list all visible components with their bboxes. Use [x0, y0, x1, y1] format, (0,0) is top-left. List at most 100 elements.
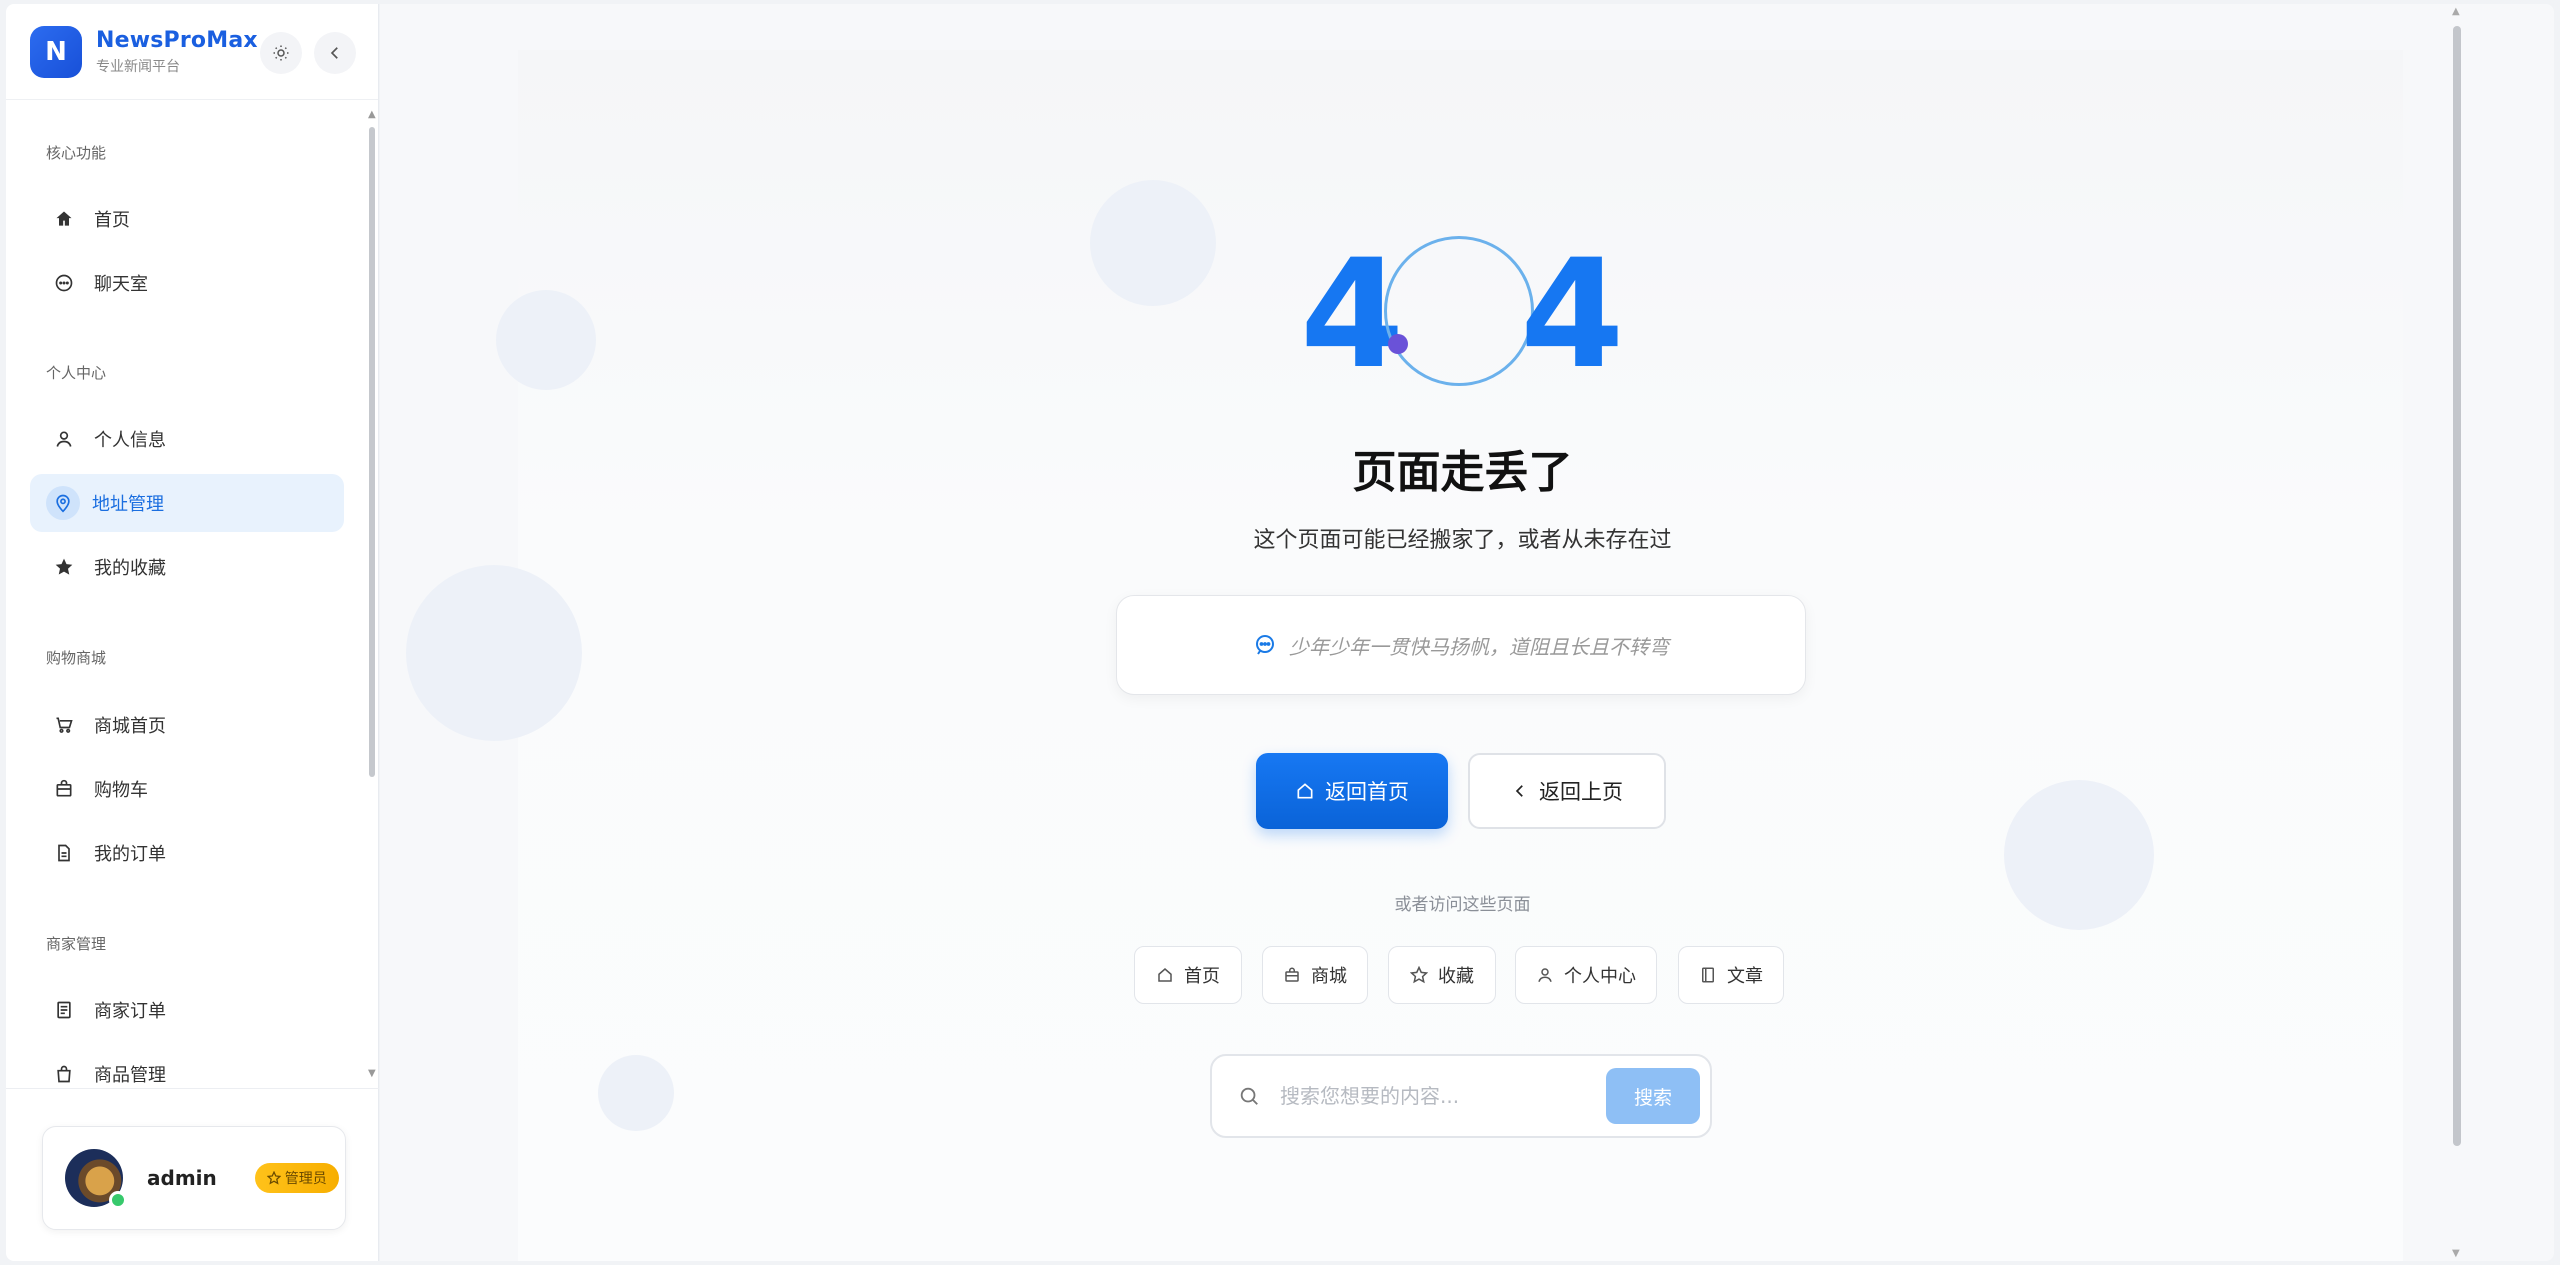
quote-text: 少年少年一贯快马扬帆，道阻且长且不转弯: [1289, 634, 1669, 659]
location-pin-icon: [46, 486, 80, 520]
decorative-bubble: [496, 290, 596, 390]
chevron-left-icon: [1515, 785, 1523, 797]
search-icon: [1240, 1087, 1258, 1105]
decorative-bubble: [2004, 780, 2154, 930]
sidebar-item-orders[interactable]: 我的订单: [30, 824, 344, 882]
sidebar-nav: 核心功能 首页 聊天室 个人中心 个人信息 地址管理 我的收藏 购物商城 商城首…: [6, 104, 366, 1089]
user-icon: [52, 427, 76, 451]
sidebar-item-home[interactable]: 首页: [30, 190, 344, 248]
quick-link-profile[interactable]: 个人中心: [1515, 946, 1657, 1004]
sidebar-item-cart[interactable]: 购物车: [30, 760, 344, 818]
sidebar-item-label: 聊天室: [94, 274, 148, 295]
app-logo[interactable]: N: [30, 25, 82, 78]
error-code-404: 4 4: [1300, 230, 1660, 400]
chevron-left-icon: [330, 47, 338, 59]
sidebar-scrollbar[interactable]: ▲ ▼: [368, 109, 376, 1079]
sidebar-item-merchant-orders[interactable]: 商家订单: [30, 981, 344, 1039]
bag-icon: [52, 777, 76, 801]
sidebar-item-products[interactable]: 商品管理: [30, 1045, 344, 1089]
go-back-button[interactable]: 返回上页: [1468, 753, 1666, 829]
sidebar-item-label: 地址管理: [92, 494, 164, 515]
quick-link-articles[interactable]: 文章: [1678, 946, 1784, 1004]
star-outline-icon: [266, 1171, 281, 1185]
main-scroll-thumb[interactable]: [2453, 26, 2461, 1146]
page-description: 这个页面可能已经搬家了，或者从未存在过: [1253, 528, 1672, 553]
sidebar-item-address[interactable]: 地址管理: [30, 474, 344, 532]
main-content: 4 4 页面走丢了 这个页面可能已经搬家了，或者从未存在过 少年少年一贯快马扬帆…: [380, 4, 2554, 1261]
sidebar-scroll-thumb[interactable]: [369, 127, 375, 777]
brand-text: NewsProMax 专业新闻平台: [96, 28, 258, 76]
search-bar: 搜索: [1210, 1054, 1712, 1138]
bag-icon: [1285, 967, 1299, 982]
star-icon: [52, 555, 76, 579]
role-badge: 管理员: [254, 1163, 339, 1193]
sidebar-item-chat[interactable]: 聊天室: [30, 254, 344, 312]
sidebar-item-label: 购物车: [94, 780, 148, 801]
decorative-bubble: [1090, 180, 1216, 306]
sidebar-item-label: 个人信息: [94, 430, 166, 451]
nav-group-personal: 个人中心: [46, 364, 107, 382]
quick-link-label: 首页: [1184, 966, 1220, 987]
app-name: NewsProMax: [96, 27, 258, 53]
user-card[interactable]: admin 管理员: [42, 1126, 346, 1230]
quick-link-label: 文章: [1727, 966, 1763, 987]
search-input[interactable]: [1280, 1084, 1606, 1108]
nav-group-core: 核心功能: [46, 144, 107, 162]
sidebar-item-shop-home[interactable]: 商城首页: [30, 696, 344, 754]
scroll-down-arrow-icon[interactable]: ▼: [2452, 1248, 2460, 1259]
quick-link-label: 个人中心: [1564, 966, 1636, 987]
page-title: 页面走丢了: [1352, 447, 1573, 498]
go-back-label: 返回上页: [1539, 780, 1623, 804]
quick-link-home[interactable]: 首页: [1134, 946, 1242, 1004]
quick-link-label: 收藏: [1438, 966, 1474, 987]
error-code-digit: 4: [1520, 228, 1625, 402]
nav-group-shop: 购物商城: [46, 649, 107, 667]
user-icon: [1538, 968, 1552, 982]
home-icon: [1158, 968, 1172, 982]
sidebar: N NewsProMax 专业新闻平台 核心功能 首页 聊天室 个人中心 个人信…: [6, 4, 379, 1261]
sidebar-divider: [6, 1088, 379, 1089]
sidebar-item-label: 商城首页: [94, 716, 166, 737]
sidebar-item-profile[interactable]: 个人信息: [30, 410, 344, 468]
scroll-down-arrow-icon[interactable]: ▼: [368, 1068, 376, 1079]
back-home-label: 返回首页: [1325, 780, 1409, 804]
main-scrollbar[interactable]: ▲ ▼: [2450, 4, 2464, 1261]
app-subtitle: 专业新闻平台: [96, 58, 180, 75]
chat-icon: [52, 271, 76, 295]
role-label: 管理员: [284, 1171, 327, 1187]
quick-link-shop[interactable]: 商城: [1262, 946, 1368, 1004]
sidebar-item-label: 我的订单: [94, 844, 166, 865]
search-button[interactable]: 搜索: [1606, 1068, 1700, 1124]
collapse-sidebar-button[interactable]: [314, 32, 356, 74]
online-status-indicator: [109, 1191, 127, 1209]
quick-link-favorites[interactable]: 收藏: [1388, 946, 1496, 1004]
decorative-bubble: [406, 565, 582, 741]
sidebar-item-favorites[interactable]: 我的收藏: [30, 538, 344, 596]
sun-icon: [273, 45, 289, 61]
cart-icon: [52, 713, 76, 737]
chat-bubble-icon: [1256, 635, 1274, 655]
shopping-bag-icon: [52, 1062, 76, 1086]
decorative-bubble: [598, 1055, 674, 1131]
scroll-up-arrow-icon[interactable]: ▲: [368, 109, 376, 120]
list-document-icon: [52, 998, 76, 1022]
sidebar-item-label: 商品管理: [94, 1065, 166, 1086]
quote-card: 少年少年一贯快马扬帆，道阻且长且不转弯: [1116, 595, 1806, 695]
orbit-dot: [1388, 334, 1408, 354]
star-outline-icon: [1410, 966, 1428, 984]
back-home-button[interactable]: 返回首页: [1256, 753, 1448, 829]
home-outline-icon: [1297, 783, 1313, 799]
document-icon: [52, 841, 76, 865]
nav-group-merchant: 商家管理: [46, 935, 107, 953]
sidebar-item-label: 我的收藏: [94, 558, 166, 579]
book-icon: [1702, 967, 1714, 983]
brand-header: N NewsProMax 专业新闻平台: [6, 4, 378, 100]
home-icon: [52, 207, 76, 231]
sidebar-item-label: 商家订单: [94, 1001, 166, 1022]
quick-link-label: 商城: [1311, 966, 1347, 987]
user-name: admin: [147, 1166, 217, 1190]
scroll-up-arrow-icon[interactable]: ▲: [2452, 6, 2460, 17]
sidebar-item-label: 首页: [94, 210, 130, 231]
theme-toggle-button[interactable]: [260, 32, 302, 74]
avatar[interactable]: [65, 1149, 127, 1209]
